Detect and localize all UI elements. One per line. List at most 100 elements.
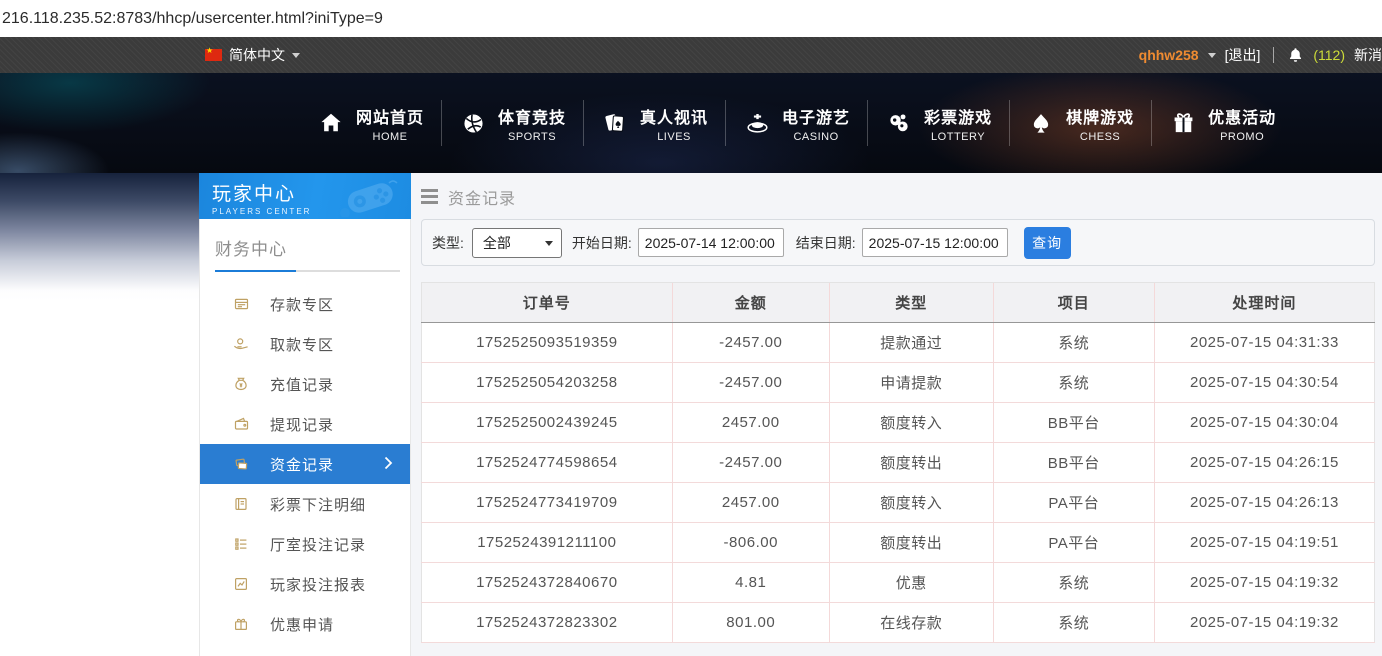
sidebar-menu: 存款专区 取款专区 充值记录 提现记录 (200, 278, 410, 656)
nav-item-sports[interactable]: 体育竞技 SPORTS (442, 104, 583, 143)
type-label: 类型: (432, 233, 464, 253)
sports-ball-icon (459, 112, 487, 135)
funds-record-icon (232, 456, 250, 472)
nav-label-en: SPORTS (508, 131, 556, 143)
chevron-right-icon (384, 456, 393, 475)
sidebar-item-promo-apply[interactable]: 优惠申请 (200, 604, 410, 644)
cell-amount: 4.81 (672, 563, 829, 603)
logout-link[interactable]: [退出] (1225, 45, 1261, 65)
page-url[interactable]: 216.118.235.52:8783/hhcp/usercenter.html… (0, 10, 383, 28)
sidebar-item-label: 提现记录 (270, 414, 334, 435)
main-content: 资金记录 类型: 全部 开始日期: 结束日期: 查询 订单号金额类型项目处理时间… (411, 173, 1382, 656)
cell-type: 优惠 (829, 563, 993, 603)
nav-label-zh: 电子游艺 (782, 104, 850, 128)
cell-order-no: 1752524372823302 (422, 603, 673, 643)
nav-label-en: CHESS (1080, 131, 1120, 143)
column-header: 项目 (993, 283, 1154, 323)
withdrawal-record-icon (232, 416, 250, 432)
query-button[interactable]: 查询 (1024, 227, 1071, 259)
breadcrumb: 资金记录 (421, 173, 1375, 207)
breadcrumb-title: 资金记录 (448, 185, 516, 209)
cell-project: 系统 (993, 603, 1154, 643)
cell-processed-time: 2025-07-15 04:26:13 (1154, 483, 1374, 523)
cell-amount: -806.00 (672, 523, 829, 563)
lottery-balls-icon (885, 112, 913, 135)
sidebar-item-label: 玩家投注报表 (270, 574, 366, 595)
column-header: 订单号 (422, 283, 673, 323)
type-select-value: 全部 (483, 233, 511, 253)
nav-label-zh: 彩票游戏 (924, 104, 992, 128)
sidebar-item-withdraw[interactable]: 取款专区 (200, 324, 410, 364)
cell-project: 系统 (993, 363, 1154, 403)
cell-processed-time: 2025-07-15 04:31:33 (1154, 323, 1374, 363)
cell-project: BB平台 (993, 403, 1154, 443)
promo-apply-icon (232, 616, 250, 632)
table-row: 17525243728406704.81优惠系统2025-07-15 04:19… (422, 563, 1375, 603)
cell-project: BB平台 (993, 443, 1154, 483)
table-header-row: 订单号金额类型项目处理时间 (422, 283, 1375, 323)
playing-cards-icon (601, 111, 629, 135)
nav-label-zh: 真人视讯 (640, 104, 708, 128)
cell-order-no: 1752524773419709 (422, 483, 673, 523)
recharge-record-icon (232, 376, 250, 392)
nav-item-lives[interactable]: 真人视讯 LIVES (584, 104, 725, 143)
cell-processed-time: 2025-07-15 04:26:15 (1154, 443, 1374, 483)
sidebar-item-hall-bet-record[interactable]: 厅室投注记录 (200, 524, 410, 564)
sidebar-item-lottery-detail[interactable]: 彩票下注明细 (200, 484, 410, 524)
cell-order-no: 1752524391211100 (422, 523, 673, 563)
message-label[interactable]: 新消息 (1354, 45, 1382, 65)
browser-url-bar: 216.118.235.52:8783/hhcp/usercenter.html… (0, 0, 1382, 37)
withdraw-icon (232, 336, 250, 352)
cell-amount: -2457.00 (672, 323, 829, 363)
bell-icon[interactable] (1287, 46, 1304, 64)
nav-label-en: CASINO (793, 131, 838, 143)
sidebar-item-label: 取款专区 (270, 334, 334, 355)
sidebar-item-funds-record[interactable]: 资金记录 (200, 444, 410, 484)
cell-order-no: 1752524774598654 (422, 443, 673, 483)
message-count[interactable]: (112) (1313, 47, 1345, 63)
cell-type: 额度转出 (829, 443, 993, 483)
nav-item-promo[interactable]: 优惠活动 PROMO (1152, 104, 1293, 143)
cell-amount: -2457.00 (672, 363, 829, 403)
nav-item-home[interactable]: 网站首页 HOME (300, 104, 441, 143)
finance-section-title: 财务中心 (200, 231, 410, 270)
sidebar-item-label: 优惠申请 (270, 614, 334, 635)
type-select[interactable]: 全部 (472, 228, 562, 258)
nav-label-en: LOTTERY (931, 131, 985, 143)
sidebar-item-bet-report[interactable]: 玩家投注报表 (200, 564, 410, 604)
cell-project: PA平台 (993, 523, 1154, 563)
sidebar-item-recharge-record[interactable]: 充值记录 (200, 364, 410, 404)
chevron-down-icon (545, 241, 553, 246)
sidebar-item-withdrawal-record[interactable]: 提现记录 (200, 404, 410, 444)
sidebar-panel: 财务中心 存款专区 取款专区 充值记录 提 (199, 219, 411, 656)
nav-item-chess[interactable]: 棋牌游戏 CHESS (1010, 104, 1151, 143)
deposit-icon (232, 296, 250, 312)
nav-label-zh: 优惠活动 (1208, 104, 1276, 128)
chevron-down-icon[interactable] (1208, 53, 1216, 58)
nav-label-zh: 网站首页 (356, 104, 424, 128)
nav-item-lottery[interactable]: 彩票游戏 LOTTERY (868, 104, 1009, 143)
language-selector[interactable]: 简体中文 (205, 45, 300, 65)
sidebar-item-deposit[interactable]: 存款专区 (200, 284, 410, 324)
username[interactable]: qhhw258 (1139, 47, 1199, 63)
cell-order-no: 1752525054203258 (422, 363, 673, 403)
roulette-icon (743, 111, 771, 135)
nav-label-zh: 棋牌游戏 (1066, 104, 1134, 128)
chevron-down-icon (292, 53, 300, 58)
column-header: 类型 (829, 283, 993, 323)
cell-type: 在线存款 (829, 603, 993, 643)
cell-type: 额度转入 (829, 403, 993, 443)
cell-amount: -2457.00 (672, 443, 829, 483)
cell-project: 系统 (993, 563, 1154, 603)
end-date-input[interactable] (862, 228, 1008, 257)
sidebar-item-promo-record[interactable]: 优惠申请记录 (200, 644, 410, 656)
table-row: 1752525093519359-2457.00提款通过系统2025-07-15… (422, 323, 1375, 363)
cell-order-no: 1752525002439245 (422, 403, 673, 443)
start-date-input[interactable] (638, 228, 784, 257)
cell-processed-time: 2025-07-15 04:19:51 (1154, 523, 1374, 563)
cell-type: 申请提款 (829, 363, 993, 403)
nav-label-en: PROMO (1220, 131, 1264, 143)
nav-item-casino[interactable]: 电子游艺 CASINO (726, 104, 867, 143)
main-nav-banner: 网站首页 HOME 体育竞技 SPORTS 真人视讯 LIVES 电子游艺 CA… (0, 73, 1382, 173)
hall-bet-record-icon (232, 536, 250, 552)
